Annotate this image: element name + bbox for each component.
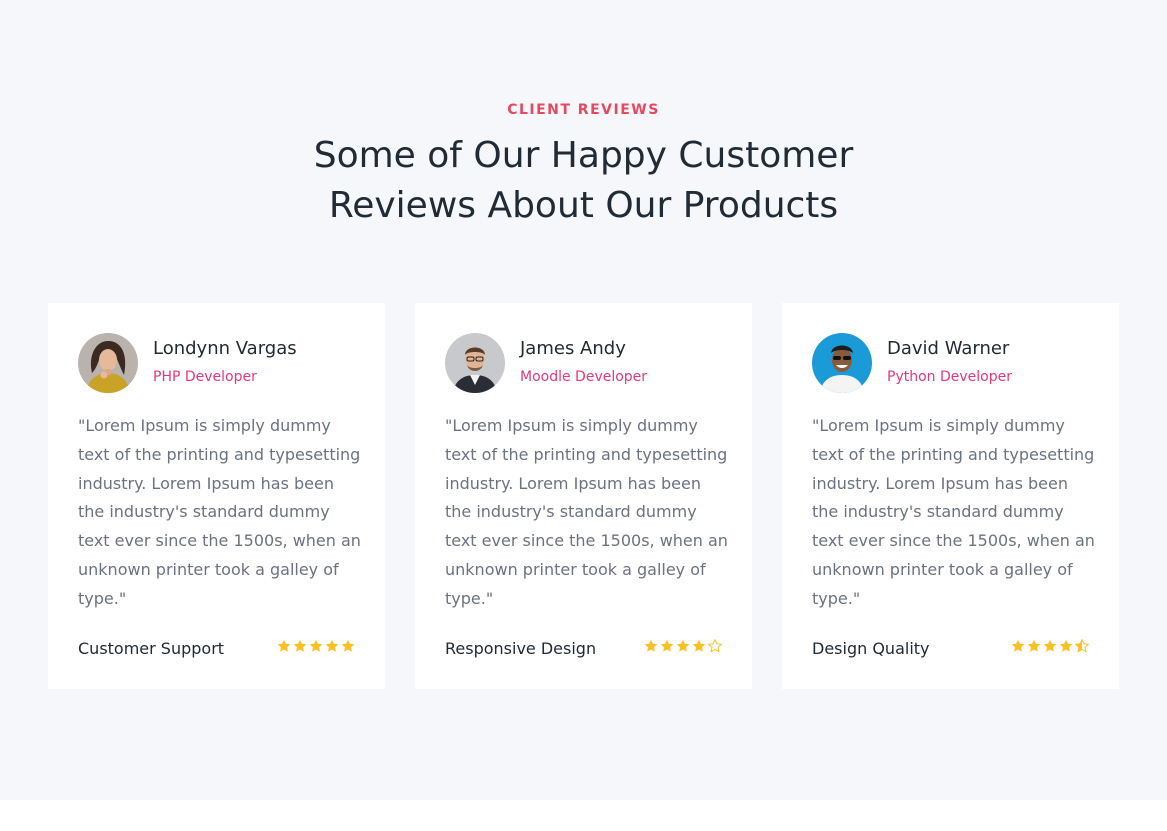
star-full-icon xyxy=(1043,639,1057,652)
star-rating xyxy=(277,639,355,653)
section-heading: Some of Our Happy Customer Reviews About… xyxy=(0,131,1167,231)
reviewer-name: James Andy xyxy=(520,338,626,359)
reviewer-role: PHP Developer xyxy=(153,369,257,385)
star-full-icon xyxy=(309,639,323,652)
review-quote: "Lorem Ipsum is simply dummy text of the… xyxy=(78,416,361,608)
review-card: Londynn Vargas PHP Developer "Lorem Ipsu… xyxy=(48,303,385,689)
reviewer-name: David Warner xyxy=(887,338,1010,359)
star-full-icon xyxy=(325,639,339,652)
avatar xyxy=(812,333,872,393)
star-full-icon xyxy=(341,639,355,652)
reviewer-name: Londynn Vargas xyxy=(153,338,297,359)
star-rating xyxy=(644,639,722,653)
avatar xyxy=(445,333,505,393)
star-full-icon xyxy=(1011,639,1025,652)
reviewer-role: Python Developer xyxy=(887,369,1012,385)
star-full-icon xyxy=(692,639,706,652)
star-empty-icon xyxy=(708,639,722,653)
review-feature: Customer Support xyxy=(78,639,225,658)
review-quote: "Lorem Ipsum is simply dummy text of the… xyxy=(445,416,728,608)
star-rating xyxy=(1011,639,1089,653)
star-full-icon xyxy=(1059,639,1073,652)
star-half-icon xyxy=(1075,639,1089,653)
reviewer-role: Moodle Developer xyxy=(520,369,648,385)
star-full-icon xyxy=(277,639,291,652)
section-heading-line-2: Reviews About Our Products xyxy=(328,185,839,226)
star-full-icon xyxy=(644,639,658,652)
section-heading-line-1: Some of Our Happy Customer xyxy=(313,135,854,176)
review-feature: Design Quality xyxy=(812,639,930,658)
review-card: James Andy Moodle Developer "Lorem Ipsum… xyxy=(415,303,752,689)
star-full-icon xyxy=(676,639,690,652)
review-feature: Responsive Design xyxy=(445,639,597,658)
section-eyebrow: CLIENT REVIEWS xyxy=(507,102,660,118)
star-full-icon xyxy=(1027,639,1041,652)
star-full-icon xyxy=(293,639,307,652)
star-full-icon xyxy=(660,639,674,652)
review-card: David Warner Python Developer "Lorem Ips… xyxy=(782,303,1119,689)
avatar xyxy=(78,333,138,393)
client-reviews-section: CLIENT REVIEWS Some of Our Happy Custome… xyxy=(0,0,1167,800)
review-quote: "Lorem Ipsum is simply dummy text of the… xyxy=(812,416,1095,608)
